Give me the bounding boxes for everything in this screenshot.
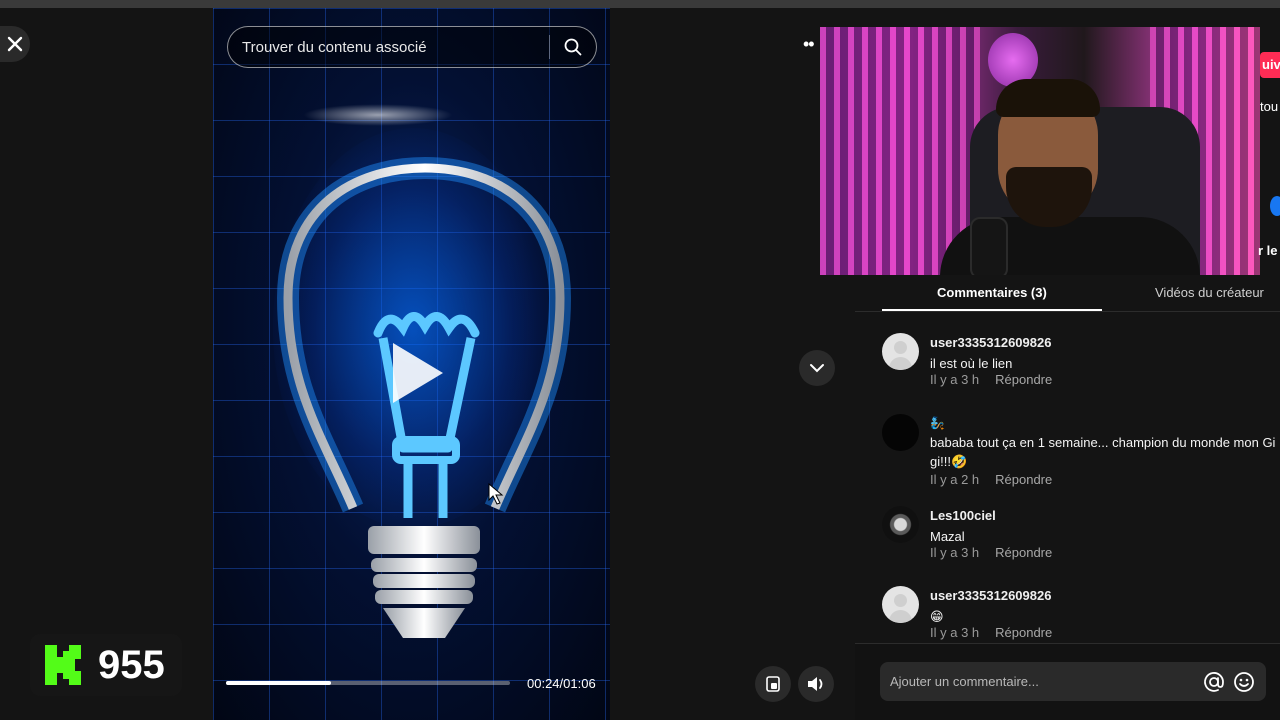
reply-button[interactable]: Répondre	[995, 545, 1052, 560]
close-icon	[7, 36, 23, 52]
related-search-bar[interactable]: Trouver du contenu associé	[227, 26, 597, 68]
comment-item: user3335312609826 il est où le lien Il y…	[882, 333, 1280, 393]
comment-username[interactable]: user3335312609826	[930, 588, 1051, 603]
search-button[interactable]	[550, 27, 596, 67]
comment-username[interactable]: user3335312609826	[930, 335, 1051, 350]
lightbulb-illustration	[276, 156, 572, 638]
video-progress-fill	[226, 681, 332, 685]
default-avatar[interactable]	[882, 586, 919, 623]
comment-text: il est où le lien	[930, 356, 1013, 371]
comment-meta: Il y a 3 h Répondre	[930, 372, 1052, 387]
follower-count: 955	[98, 642, 165, 687]
streamer-webcam	[820, 27, 1260, 275]
tab-comments[interactable]: Commentaires (3)	[937, 285, 1047, 300]
comment-text: bababa tout ça en 1 semaine... champion …	[930, 435, 1276, 469]
follow-button-edge-text: uiv	[1262, 57, 1280, 72]
reply-button[interactable]: Répondre	[995, 472, 1052, 487]
volume-button[interactable]	[798, 666, 834, 702]
link-edge-text: r le	[1258, 243, 1278, 258]
description-edge-text: tou	[1260, 99, 1279, 114]
comment-meta: Il y a 2 h Répondre	[930, 472, 1052, 487]
comment-text: Mazal	[930, 529, 965, 544]
video-time-display: 00:24/01:06	[527, 676, 596, 691]
comment-username[interactable]: 🧞	[930, 416, 945, 430]
comment-time: Il y a 3 h	[930, 372, 980, 387]
comment-username[interactable]: Les100ciel	[930, 508, 996, 523]
floating-player-icon	[766, 676, 780, 692]
comment-item: 🧞 bababa tout ça en 1 semaine... champio…	[882, 414, 1280, 488]
comment-meta: Il y a 3 h Répondre	[930, 625, 1052, 640]
next-video-button[interactable]	[799, 350, 835, 386]
reply-button[interactable]: Répondre	[995, 625, 1052, 640]
active-tab-underline	[882, 309, 1102, 311]
comment-item: user3335312609826 😁 Il y a 3 h Répondre	[882, 586, 1280, 642]
follower-badge: 955	[30, 634, 182, 696]
webcam-microphone	[970, 217, 1008, 275]
chevron-down-icon	[810, 364, 824, 373]
comment-text: 😁	[930, 609, 944, 624]
webcam-person-hair	[996, 79, 1100, 117]
video-player[interactable]	[213, 8, 610, 720]
tab-creator-videos[interactable]: Vidéos du créateur	[1155, 285, 1264, 300]
reply-button[interactable]: Répondre	[995, 372, 1052, 387]
comments-tabs: Commentaires (3) Vidéos du créateur	[855, 278, 1280, 312]
speaker-icon	[808, 677, 823, 691]
search-input[interactable]: Trouver du contenu associé	[228, 39, 549, 56]
comment-meta: Il y a 3 h Répondre	[930, 545, 1052, 560]
default-avatar[interactable]	[882, 333, 919, 370]
more-options-icon[interactable]: ••	[803, 34, 815, 55]
picture-in-picture-button[interactable]	[755, 666, 791, 702]
mention-button[interactable]	[1203, 671, 1225, 693]
comment-time: Il y a 2 h	[930, 472, 980, 487]
emoji-button[interactable]	[1233, 671, 1255, 693]
browser-top-strip	[0, 0, 1280, 8]
video-progress-bar[interactable]	[226, 681, 510, 685]
comment-item: Les100ciel Mazal Il y a 3 h Répondre	[882, 506, 1280, 566]
at-icon	[1204, 672, 1224, 692]
search-icon	[564, 38, 582, 56]
smiley-icon	[1234, 672, 1254, 692]
logo-avatar[interactable]	[882, 506, 919, 543]
comment-time: Il y a 3 h	[930, 545, 980, 560]
share-edge-icon[interactable]	[1270, 196, 1280, 216]
kick-logo-icon	[42, 641, 84, 689]
dark-avatar[interactable]	[882, 414, 919, 451]
comment-time: Il y a 3 h	[930, 625, 980, 640]
